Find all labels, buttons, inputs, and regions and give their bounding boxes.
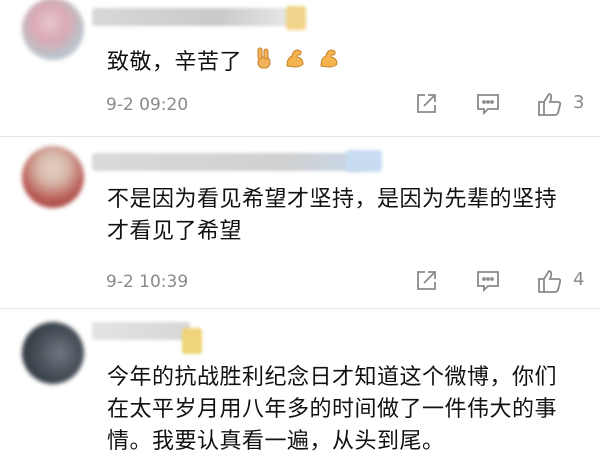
comment-actions: 3: [405, 89, 595, 119]
victory-hand-emoji: [252, 46, 274, 80]
username-blurred[interactable]: [92, 322, 190, 340]
like-icon[interactable]: [535, 89, 565, 119]
avatar[interactable]: [22, 0, 84, 60]
like-icon[interactable]: [535, 266, 565, 296]
comment-timestamp: 9-2 09:20: [106, 95, 189, 115]
comment-text: 今年的抗战胜利纪念日才知道这个微博，你们在太平岁月用八年多的时间做了一件伟大的事…: [107, 365, 558, 454]
comment-actions: 4: [405, 266, 595, 296]
like-count: 3: [573, 92, 585, 113]
comment-item: 不是因为看见希望才坚持，是因为先辈的坚持才看见了希望 9-2 10:39 4: [0, 138, 600, 308]
comment-icon[interactable]: [473, 89, 503, 119]
avatar[interactable]: [22, 322, 84, 384]
username-blurred[interactable]: [92, 153, 362, 171]
like-count: 4: [573, 269, 585, 290]
user-badge-blurred: [286, 6, 306, 30]
divider: [0, 308, 600, 309]
comment-icon[interactable]: [473, 266, 503, 296]
flexed-biceps-emoji: [283, 46, 307, 80]
user-badge-blurred: [182, 328, 202, 354]
avatar[interactable]: [22, 146, 84, 208]
comment-timestamp: 9-2 10:39: [106, 272, 189, 292]
comment-text: 致敬，辛苦了: [107, 46, 578, 80]
divider: [0, 136, 600, 137]
comment-item: 今年的抗战胜利纪念日才知道这个微博，你们在太平岁月用八年多的时间做了一件伟大的事…: [0, 310, 600, 476]
user-badge-blurred: [346, 150, 382, 172]
comment-list: 致敬，辛苦了 9-2 09:20 3 不是因为看见希望才坚持，是因为先辈的坚持才…: [0, 0, 600, 476]
username-blurred[interactable]: [92, 8, 302, 26]
share-icon[interactable]: [411, 266, 441, 296]
flexed-biceps-emoji: [317, 46, 341, 80]
comment-text: 不是因为看见希望才坚持，是因为先辈的坚持才看见了希望: [107, 187, 558, 244]
comment-item: 致敬，辛苦了 9-2 09:20 3: [0, 0, 600, 136]
share-icon[interactable]: [411, 89, 441, 119]
